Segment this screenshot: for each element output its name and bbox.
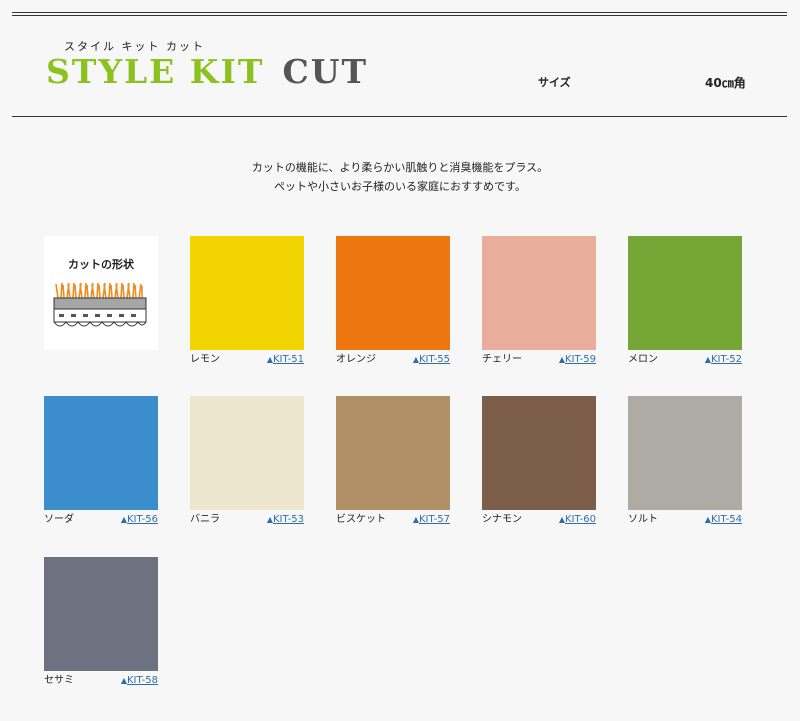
swatch-caption: ビスケット ▲KIT-57 bbox=[336, 513, 450, 527]
product-code-link[interactable]: ▲KIT-53 bbox=[267, 513, 304, 527]
product-code-text: KIT-58 bbox=[126, 675, 158, 686]
swatch-color-name: メロン bbox=[628, 354, 658, 365]
header-divider bbox=[12, 116, 787, 117]
color-swatch-kit-52 bbox=[628, 236, 742, 350]
cut-pile-diagram bbox=[53, 282, 147, 327]
swatch-color-name: ビスケット bbox=[336, 514, 386, 525]
logo-cut: CUT bbox=[282, 52, 369, 91]
product-code-link[interactable]: ▲KIT-54 bbox=[705, 513, 742, 527]
swatch-color-name: レモン bbox=[190, 354, 220, 365]
product-code-text: KIT-51 bbox=[272, 354, 304, 365]
product-code-text: KIT-53 bbox=[272, 514, 304, 525]
swatch-caption: チェリー ▲KIT-59 bbox=[482, 353, 596, 367]
product-code-link[interactable]: ▲KIT-60 bbox=[559, 513, 596, 527]
product-code-link[interactable]: ▲KIT-55 bbox=[413, 353, 450, 367]
color-swatch-kit-51 bbox=[190, 236, 304, 350]
swatch-caption: レモン ▲KIT-51 bbox=[190, 353, 304, 367]
color-swatch-kit-54 bbox=[628, 396, 742, 510]
color-swatch-kit-58 bbox=[44, 557, 158, 671]
swatch-caption: ソーダ ▲KIT-56 bbox=[44, 513, 158, 527]
description-line-1: カットの機能に、より柔らかい肌触りと消臭機能をプラス。 bbox=[251, 161, 549, 174]
product-code-link[interactable]: ▲KIT-57 bbox=[413, 513, 450, 527]
color-swatch-kit-55 bbox=[336, 236, 450, 350]
color-swatch-kit-53 bbox=[190, 396, 304, 510]
product-code-text: KIT-55 bbox=[418, 354, 450, 365]
product-code-link[interactable]: ▲KIT-51 bbox=[267, 353, 304, 367]
color-swatch-kit-59 bbox=[482, 236, 596, 350]
product-code-text: KIT-52 bbox=[710, 354, 742, 365]
swatch-color-name: バニラ bbox=[190, 514, 220, 525]
product-code-link[interactable]: ▲KIT-58 bbox=[121, 674, 158, 688]
style-kit-cut-logo: STYLE KIT CUT bbox=[46, 52, 368, 92]
swatch-color-name: シナモン bbox=[482, 514, 522, 525]
product-code-text: KIT-60 bbox=[564, 514, 596, 525]
swatch-color-name: チェリー bbox=[482, 354, 522, 365]
cut-shape-card: カットの形状 bbox=[44, 236, 158, 350]
color-swatch-kit-60 bbox=[482, 396, 596, 510]
swatch-caption: ソルト ▲KIT-54 bbox=[628, 513, 742, 527]
description-line-2: ペットや小さいお子様のいる家庭におすすめです。 bbox=[274, 180, 526, 193]
swatch-color-name: ソーダ bbox=[44, 514, 74, 525]
swatch-color-name: オレンジ bbox=[336, 354, 376, 365]
product-code-text: KIT-56 bbox=[126, 514, 158, 525]
color-swatch-kit-57 bbox=[336, 396, 450, 510]
top-double-rule bbox=[12, 12, 787, 13]
top-double-rule-inner bbox=[12, 15, 787, 16]
product-code-link[interactable]: ▲KIT-59 bbox=[559, 353, 596, 367]
swatch-caption: バニラ ▲KIT-53 bbox=[190, 513, 304, 527]
logo-style-kit: STYLE KIT bbox=[46, 52, 265, 91]
swatch-caption: オレンジ ▲KIT-55 bbox=[336, 353, 450, 367]
product-code-text: KIT-59 bbox=[564, 354, 596, 365]
color-swatch-kit-56 bbox=[44, 396, 158, 510]
product-code-link[interactable]: ▲KIT-56 bbox=[121, 513, 158, 527]
product-description: カットの機能に、より柔らかい肌触りと消臭機能をプラス。 ペットや小さいお子様のい… bbox=[0, 158, 800, 196]
swatch-caption: セサミ ▲KIT-58 bbox=[44, 674, 158, 688]
product-code-link[interactable]: ▲KIT-52 bbox=[705, 353, 742, 367]
swatch-color-name: ソルト bbox=[628, 514, 658, 525]
size-label: サイズ bbox=[538, 76, 571, 89]
product-code-text: KIT-57 bbox=[418, 514, 450, 525]
swatch-caption: メロン ▲KIT-52 bbox=[628, 353, 742, 367]
swatch-color-name: セサミ bbox=[44, 675, 74, 686]
product-code-text: KIT-54 bbox=[710, 514, 742, 525]
size-value: 40㎝角 bbox=[705, 76, 746, 90]
swatch-caption: シナモン ▲KIT-60 bbox=[482, 513, 596, 527]
